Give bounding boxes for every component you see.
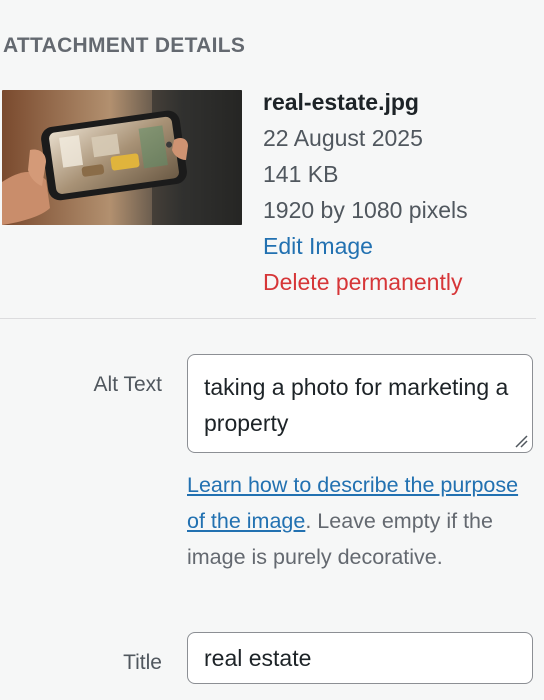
section-title: ATTACHMENT DETAILS xyxy=(3,34,246,57)
section-divider xyxy=(0,318,536,319)
title-label: Title xyxy=(123,651,162,674)
edit-image-link[interactable]: Edit Image xyxy=(263,228,538,264)
alt-text-help: Learn how to describe the purpose of the… xyxy=(187,467,532,575)
resize-grip-icon[interactable] xyxy=(514,434,528,448)
alt-text-field[interactable]: taking a photo for marketing a property xyxy=(187,354,533,453)
attachment-thumbnail[interactable] xyxy=(2,90,242,225)
delete-permanently-link[interactable]: Delete permanently xyxy=(263,264,538,300)
alt-text-label: Alt Text xyxy=(93,373,162,396)
phone-photo-image xyxy=(2,90,242,225)
file-size: 141 KB xyxy=(263,161,339,187)
title-field[interactable] xyxy=(187,632,533,684)
attachment-meta: real-estate.jpg 22 August 2025 141 KB 19… xyxy=(263,84,538,300)
upload-date: 22 August 2025 xyxy=(263,125,423,151)
image-dimensions: 1920 by 1080 pixels xyxy=(263,197,468,223)
file-name: real-estate.jpg xyxy=(263,89,419,115)
